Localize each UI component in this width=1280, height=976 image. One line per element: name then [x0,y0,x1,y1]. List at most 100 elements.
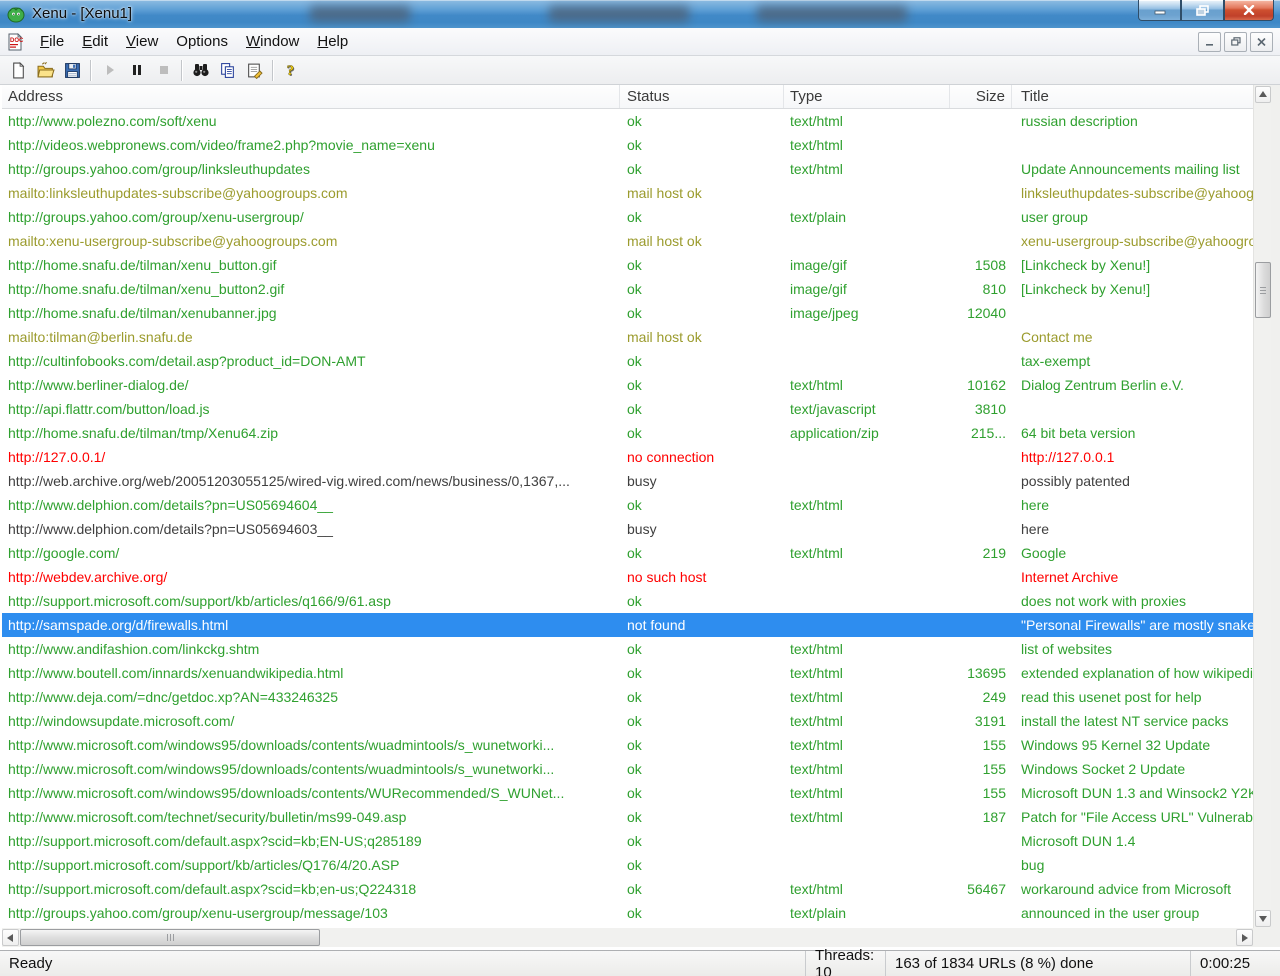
horizontal-scrollbar[interactable] [2,928,1253,947]
cell-size [950,109,1012,133]
table-row[interactable]: http://google.com/oktext/html219Google [2,541,1253,565]
cell-status: ok [620,133,784,157]
table-row[interactable]: http://windowsupdate.microsoft.com/oktex… [2,709,1253,733]
table-row[interactable]: http://groups.yahoo.com/group/linksleuth… [2,157,1253,181]
menu-view[interactable]: View [117,30,167,54]
status-message: Ready [0,955,805,972]
table-row[interactable]: http://www.microsoft.com/windows95/downl… [2,757,1253,781]
menu-edit[interactable]: Edit [73,30,117,54]
properties-button[interactable] [241,58,268,83]
table-row[interactable]: http://www.deja.com/=dnc/getdoc.xp?AN=43… [2,685,1253,709]
table-row[interactable]: mailto:linksleuthupdates-subscribe@yahoo… [2,181,1253,205]
pause-button[interactable] [123,58,150,83]
column-headers: Address Status Type Size Title [2,85,1253,109]
table-row[interactable]: http://www.polezno.com/soft/xenuoktext/h… [2,109,1253,133]
cell-size [950,205,1012,229]
cell-title: Contact me [1012,325,1253,349]
horizontal-scroll-thumb[interactable] [20,929,320,946]
mdi-minimize-button[interactable] [1198,32,1221,52]
progress-indicator: 163 of 1834 URLs (8 %) done [885,951,1190,976]
table-row[interactable]: http://www.andifashion.com/linkckg.shtmo… [2,637,1253,661]
cell-size [950,349,1012,373]
cell-status: busy [620,517,784,541]
vertical-scroll-thumb[interactable] [1255,262,1271,318]
cell-status: no such host [620,565,784,589]
table-row[interactable]: http://groups.yahoo.com/group/xenu-userg… [2,901,1253,925]
copy-button[interactable] [214,58,241,83]
menu-window[interactable]: Window [237,30,308,54]
menu-options[interactable]: Options [167,30,237,54]
cell-type: text/html [784,757,950,781]
table-row[interactable]: http://cultinfobooks.com/detail.asp?prod… [2,349,1253,373]
table-row[interactable]: http://videos.webpronews.com/video/frame… [2,133,1253,157]
table-row[interactable]: http://api.flattr.com/button/load.jsokte… [2,397,1253,421]
cell-size: 187 [950,805,1012,829]
cell-status: ok [620,901,784,925]
scroll-right-button[interactable] [1236,929,1253,946]
table-row[interactable]: http://web.archive.org/web/2005120305512… [2,469,1253,493]
table-row[interactable]: http://webdev.archive.org/no such hostIn… [2,565,1253,589]
cell-type: text/html [784,637,950,661]
scroll-down-button[interactable] [1255,910,1271,927]
scroll-up-button[interactable] [1255,86,1271,103]
cell-title: workaround advice from Microsoft [1012,877,1253,901]
table-row[interactable]: mailto:xenu-usergroup-subscribe@yahoogro… [2,229,1253,253]
menu-help[interactable]: Help [308,30,357,54]
menu-bar: DOC FileEditViewOptionsWindowHelp [0,28,1280,56]
cell-type: text/html [784,877,950,901]
vertical-scrollbar[interactable] [1253,85,1271,928]
minimize-button[interactable] [1138,0,1181,21]
column-header-size[interactable]: Size [950,85,1012,108]
cell-size [950,565,1012,589]
new-document-button[interactable] [5,58,32,83]
table-row[interactable]: http://home.snafu.de/tilman/tmp/Xenu64.z… [2,421,1253,445]
table-row[interactable]: http://home.snafu.de/tilman/xenubanner.j… [2,301,1253,325]
table-row[interactable]: http://home.snafu.de/tilman/xenu_button.… [2,253,1253,277]
table-row[interactable]: http://127.0.0.1/no connectionhttp://127… [2,445,1253,469]
table-row[interactable]: http://www.delphion.com/details?pn=US056… [2,517,1253,541]
table-row[interactable]: http://www.microsoft.com/windows95/downl… [2,733,1253,757]
table-row[interactable]: http://www.microsoft.com/windows95/downl… [2,781,1253,805]
table-row[interactable]: http://www.berliner-dialog.de/oktext/htm… [2,373,1253,397]
column-header-type[interactable]: Type [784,85,950,108]
open-folder-button[interactable] [32,58,59,83]
table-row[interactable]: mailto:tilman@berlin.snafu.demail host o… [2,325,1253,349]
table-row[interactable]: http://samspade.org/d/firewalls.htmlnot … [2,613,1253,637]
cell-address: http://support.microsoft.com/default.asp… [2,829,620,853]
save-button[interactable] [59,58,86,83]
column-header-status[interactable]: Status [620,85,784,108]
table-row[interactable]: http://groups.yahoo.com/group/xenu-userg… [2,205,1253,229]
menu-file[interactable]: File [31,30,73,54]
cell-address: http://www.delphion.com/details?pn=US056… [2,493,620,517]
cell-size: 215... [950,421,1012,445]
cell-title: here [1012,493,1253,517]
table-row[interactable]: http://support.microsoft.com/default.asp… [2,877,1253,901]
column-header-address[interactable]: Address [2,85,620,108]
cell-address: http://support.microsoft.com/support/kb/… [2,853,620,877]
restore-button[interactable] [1181,0,1224,21]
cell-address: http://web.archive.org/web/2005120305512… [2,469,620,493]
cell-type: image/gif [784,277,950,301]
cell-title: announced in the user group [1012,901,1253,925]
cell-size: 13695 [950,661,1012,685]
cell-status: no connection [620,445,784,469]
cell-address: http://google.com/ [2,541,620,565]
mdi-restore-button[interactable] [1224,32,1247,52]
table-row[interactable]: http://support.microsoft.com/default.asp… [2,829,1253,853]
help-button[interactable]: ? ? [278,58,305,83]
table-row[interactable]: http://www.delphion.com/details?pn=US056… [2,493,1253,517]
column-header-title[interactable]: Title [1012,85,1253,108]
scroll-left-button[interactable] [2,929,19,946]
cell-title: linksleuthupdates-subscribe@yahoogroups [1012,181,1253,205]
table-row[interactable]: http://home.snafu.de/tilman/xenu_button2… [2,277,1253,301]
close-button[interactable] [1224,0,1274,21]
cell-status: ok [620,805,784,829]
table-row[interactable]: http://support.microsoft.com/support/kb/… [2,853,1253,877]
find-button[interactable] [187,58,214,83]
table-row[interactable]: http://www.boutell.com/innards/xenuandwi… [2,661,1253,685]
cell-status: ok [620,421,784,445]
table-row[interactable]: http://support.microsoft.com/support/kb/… [2,589,1253,613]
cell-type: text/html [784,373,950,397]
mdi-close-button[interactable] [1250,32,1273,52]
table-row[interactable]: http://www.microsoft.com/technet/securit… [2,805,1253,829]
